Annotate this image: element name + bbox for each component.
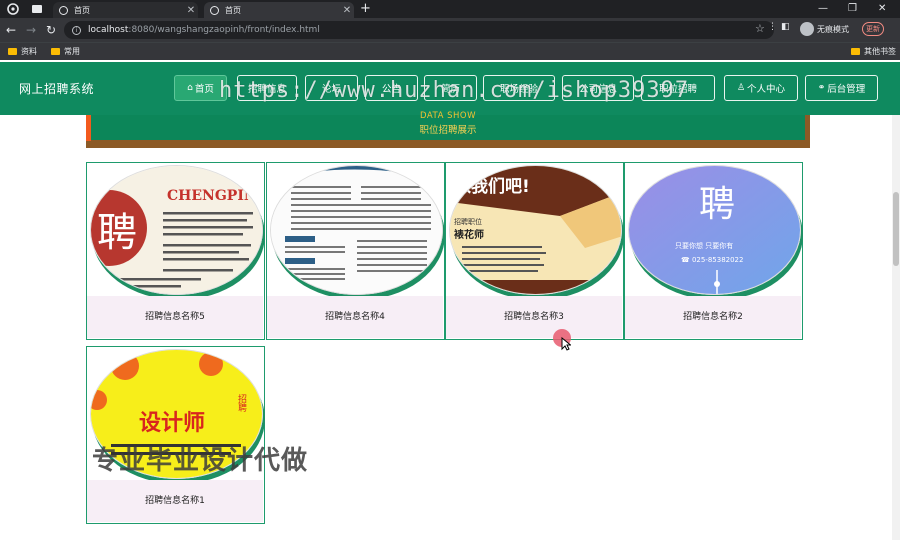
globe-icon <box>59 5 68 15</box>
mouse-cursor-icon <box>561 337 571 351</box>
scrollbar-track[interactable] <box>892 115 900 540</box>
poster-text: 聘 <box>699 184 735 225</box>
folder-icon <box>51 48 60 55</box>
job-poster-2: 聘 只要你想 只要你有 ☎ 025-85382022 <box>629 166 800 294</box>
poster-text: 只要你想 只要你有 <box>675 241 733 250</box>
job-name: 招聘信息名称1 <box>87 480 263 522</box>
bookmark-label: 常用 <box>64 47 80 56</box>
browser-menu-icon[interactable] <box>6 2 20 16</box>
nav-label: 后台管理 <box>827 84 866 95</box>
job-poster-4 <box>271 166 442 294</box>
sidepanel-icon[interactable]: ◧ <box>781 22 790 32</box>
scrollbar-thumb[interactable] <box>893 192 899 266</box>
bookmark-folder[interactable]: 常用 <box>51 46 80 57</box>
poster-text: 入我们吧! <box>454 176 530 197</box>
site-info-icon[interactable]: i <box>72 25 81 35</box>
more-vertical-icon[interactable]: ⋮ <box>768 22 777 32</box>
promo-text: 专业毕业设计代做 <box>92 446 309 476</box>
bookmark-label: 资料 <box>21 47 37 56</box>
nav-label: 个人中心 <box>747 84 786 95</box>
poster-text: ☎ 025-85382022 <box>681 256 743 264</box>
browser-toolbar: ← → ↻ i localhost:8080/wangshangzaopinh/… <box>0 18 900 42</box>
poster-text: 聘 <box>97 210 137 256</box>
browser-tab-title: 首页 <box>225 5 241 15</box>
poster-text: 设计师 <box>139 410 205 436</box>
profile-label: 无痕模式 <box>817 25 849 34</box>
job-card-5[interactable]: 聘 CHENGPIN 招聘信息名称5 <box>86 162 265 340</box>
browser-tab-1[interactable]: 首页 ✕ <box>53 2 198 18</box>
new-tab-icon[interactable]: + <box>360 1 371 17</box>
job-poster-5: 聘 CHENGPIN <box>91 166 262 294</box>
url-host: localhost <box>88 25 129 35</box>
user-icon: ♙ <box>736 83 746 93</box>
bookmark-label: 其他书签 <box>864 47 896 56</box>
section-title-cn: 职位招聘展示 <box>419 125 477 136</box>
url-path: :8080/wangshangzaopinh/front/index.html <box>128 25 320 35</box>
job-name: 招聘信息名称3 <box>446 296 622 338</box>
restore-icon[interactable]: ❐ <box>848 1 857 17</box>
tab-overview-icon[interactable] <box>30 2 44 16</box>
forward-icon[interactable]: → <box>26 22 36 38</box>
address-bar[interactable]: i localhost:8080/wangshangzaopinh/front/… <box>64 21 774 39</box>
job-card-4[interactable]: 招聘信息名称4 <box>266 162 445 340</box>
job-name: 招聘信息名称5 <box>87 296 263 338</box>
other-bookmarks[interactable]: 其他书签 <box>851 46 896 57</box>
job-image: 入我们吧! 招聘职位 裱花师 <box>449 165 622 295</box>
job-image: 聘 只要你想 只要你有 ☎ 025-85382022 <box>628 165 801 295</box>
poster-text: 招聘 <box>236 393 247 413</box>
incognito-avatar[interactable] <box>800 22 814 36</box>
home-icon: ⌂ <box>187 83 193 93</box>
folder-icon <box>851 48 860 55</box>
browser-tab-bar: 首页 ✕ 首页 ✕ + — ❐ ✕ <box>0 0 900 18</box>
minimize-icon[interactable]: — <box>818 1 828 17</box>
job-poster-3: 入我们吧! 招聘职位 裱花师 <box>450 166 621 294</box>
job-name: 招聘信息名称2 <box>625 296 801 338</box>
globe-icon <box>210 5 219 15</box>
job-image: 聘 CHENGPIN <box>90 165 263 295</box>
close-tab-icon[interactable]: ✕ <box>184 5 198 16</box>
bookmark-folder[interactable]: 资料 <box>8 46 37 57</box>
folder-icon <box>8 48 17 55</box>
site-title: 网上招聘系统 <box>19 82 95 96</box>
nav-admin[interactable]: ⚭ 后台管理 <box>805 75 878 101</box>
job-card-3[interactable]: 入我们吧! 招聘职位 裱花师 招聘信息名称3 <box>445 162 624 340</box>
job-card-2[interactable]: 聘 只要你想 只要你有 ☎ 025-85382022 招聘信息名称2 <box>624 162 803 340</box>
poster-text: 招聘职位 <box>454 217 482 226</box>
close-window-icon[interactable]: ✕ <box>878 1 886 17</box>
job-name: 招聘信息名称4 <box>267 296 443 338</box>
browser-tab-title: 首页 <box>74 5 90 15</box>
update-button[interactable]: 更新 <box>862 22 884 36</box>
poster-text: 裱花师 <box>454 228 484 241</box>
job-image <box>270 165 443 295</box>
bookmark-star-icon[interactable]: ☆ <box>755 22 765 35</box>
section-title-en: DATA SHOW <box>420 111 476 121</box>
reload-icon[interactable]: ↻ <box>46 22 56 38</box>
link-icon: ⚭ <box>817 83 826 93</box>
nav-user-center[interactable]: ♙ 个人中心 <box>724 75 798 101</box>
close-tab-icon[interactable]: ✕ <box>340 5 354 16</box>
watermark-text: https://www.huzhan.com/ishop39397 <box>219 78 690 103</box>
browser-tab-2[interactable]: 首页 ✕ <box>204 2 354 18</box>
bookmarks-bar: 资料 常用 其他书签 <box>0 42 900 60</box>
job-card-1[interactable]: 设计师 招聘 招聘信息名称1 <box>86 346 265 524</box>
section-banner-accent <box>86 115 91 141</box>
nav-label: 首页 <box>194 84 214 95</box>
poster-text: CHENGPIN <box>167 188 257 204</box>
back-icon[interactable]: ← <box>6 22 16 38</box>
